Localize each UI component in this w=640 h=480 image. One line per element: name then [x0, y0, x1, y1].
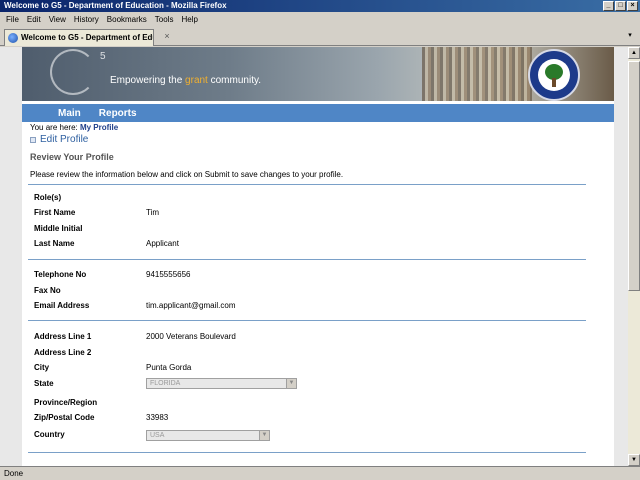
tagline-post: community.: [207, 75, 262, 86]
roles-label: Role(s): [34, 193, 62, 202]
page-title: Edit Profile: [30, 134, 88, 145]
divider: [28, 184, 586, 185]
tab-welcome[interactable]: Welcome to G5 - Department of Edu...: [4, 29, 154, 46]
divider: [28, 259, 586, 260]
breadcrumb-current[interactable]: My Profile: [80, 123, 118, 132]
nav-reports[interactable]: Reports: [99, 108, 137, 119]
menu-view[interactable]: View: [45, 15, 70, 24]
breadcrumb-prefix: You are here:: [30, 123, 80, 132]
window-controls: _ □ ×: [603, 1, 638, 11]
department-seal-icon: [528, 49, 580, 101]
country-select[interactable]: USA ▼: [146, 430, 270, 441]
tagline-highlight: grant: [185, 75, 208, 86]
nav-main[interactable]: Main: [58, 108, 81, 119]
window-title: Welcome to G5 - Department of Education …: [4, 1, 227, 10]
address1-label: Address Line 1: [34, 332, 92, 341]
menu-bookmarks[interactable]: Bookmarks: [103, 15, 151, 24]
address1-value: 2000 Veterans Boulevard: [146, 332, 236, 341]
state-select[interactable]: FLORIDA ▼: [146, 378, 297, 389]
menu-tools[interactable]: Tools: [151, 15, 178, 24]
menu-bar: File Edit View History Bookmarks Tools H…: [0, 12, 640, 26]
first-name-label: First Name: [34, 208, 76, 217]
edit-icon: [30, 136, 36, 143]
state-select-value: FLORIDA: [150, 380, 181, 387]
tree-trunk: [552, 78, 556, 87]
close-button[interactable]: ×: [627, 1, 638, 11]
minimize-button[interactable]: _: [603, 1, 614, 11]
menu-help[interactable]: Help: [177, 15, 201, 24]
status-bar: Done: [0, 466, 640, 480]
email-label: Email Address: [34, 301, 90, 310]
maximize-button[interactable]: □: [615, 1, 626, 11]
fax-label: Fax No: [34, 286, 61, 295]
email-value: tim.applicant@gmail.com: [146, 301, 236, 310]
menu-history[interactable]: History: [70, 15, 103, 24]
telephone-value: 9415555656: [146, 270, 191, 279]
window-title-bar: Welcome to G5 - Department of Education …: [0, 0, 640, 12]
bookshelf-image: [422, 47, 532, 101]
zip-value: 33983: [146, 413, 169, 422]
vertical-scrollbar[interactable]: ▲ ▼: [628, 47, 640, 466]
divider: [28, 320, 586, 321]
tab-close-icon[interactable]: ×: [160, 30, 174, 44]
last-name-value: Applicant: [146, 239, 179, 248]
city-value: Punta Gorda: [146, 363, 192, 372]
scroll-thumb[interactable]: [628, 61, 640, 291]
globe-icon: [8, 33, 18, 43]
province-label: Province/Region: [34, 398, 98, 407]
page-title-text: Edit Profile: [40, 134, 89, 145]
scroll-up-button[interactable]: ▲: [628, 47, 640, 59]
zip-label: Zip/Postal Code: [34, 413, 95, 422]
banner-tagline: Empowering the grant community.: [110, 75, 261, 86]
tab-label: Welcome to G5 - Department of Edu...: [21, 33, 154, 42]
seal-center: [538, 59, 570, 91]
page-content: 5 Empowering the grant community. Main R…: [22, 47, 614, 466]
tab-bar: Welcome to G5 - Department of Edu... × ▾: [0, 26, 640, 46]
menu-file[interactable]: File: [2, 15, 23, 24]
breadcrumb: You are here: My Profile: [30, 123, 118, 132]
menu-edit[interactable]: Edit: [23, 15, 45, 24]
main-nav: Main Reports: [22, 104, 614, 122]
section-title: Review Your Profile: [30, 152, 114, 162]
tab-list-icon[interactable]: ▾: [624, 30, 636, 42]
g5-logo-superscript: 5: [100, 51, 106, 62]
divider: [28, 452, 586, 453]
g5-logo-icon: [50, 49, 96, 95]
address2-label: Address Line 2: [34, 348, 92, 357]
chevron-down-icon: ▼: [259, 431, 269, 440]
telephone-label: Telephone No: [34, 270, 87, 279]
country-select-value: USA: [150, 432, 165, 439]
middle-initial-label: Middle Initial: [34, 224, 83, 233]
state-label: State: [34, 379, 54, 388]
chevron-down-icon: ▼: [286, 379, 296, 388]
first-name-value: Tim: [146, 208, 160, 217]
site-banner: 5 Empowering the grant community.: [22, 47, 614, 101]
status-text: Done: [4, 469, 24, 478]
country-label: Country: [34, 430, 65, 439]
last-name-label: Last Name: [34, 239, 75, 248]
browser-viewport: 5 Empowering the grant community. Main R…: [0, 47, 628, 466]
instructions-text: Please review the information below and …: [30, 170, 344, 179]
tagline-pre: Empowering the: [110, 75, 186, 86]
city-label: City: [34, 363, 50, 372]
scroll-down-button[interactable]: ▼: [628, 454, 640, 466]
